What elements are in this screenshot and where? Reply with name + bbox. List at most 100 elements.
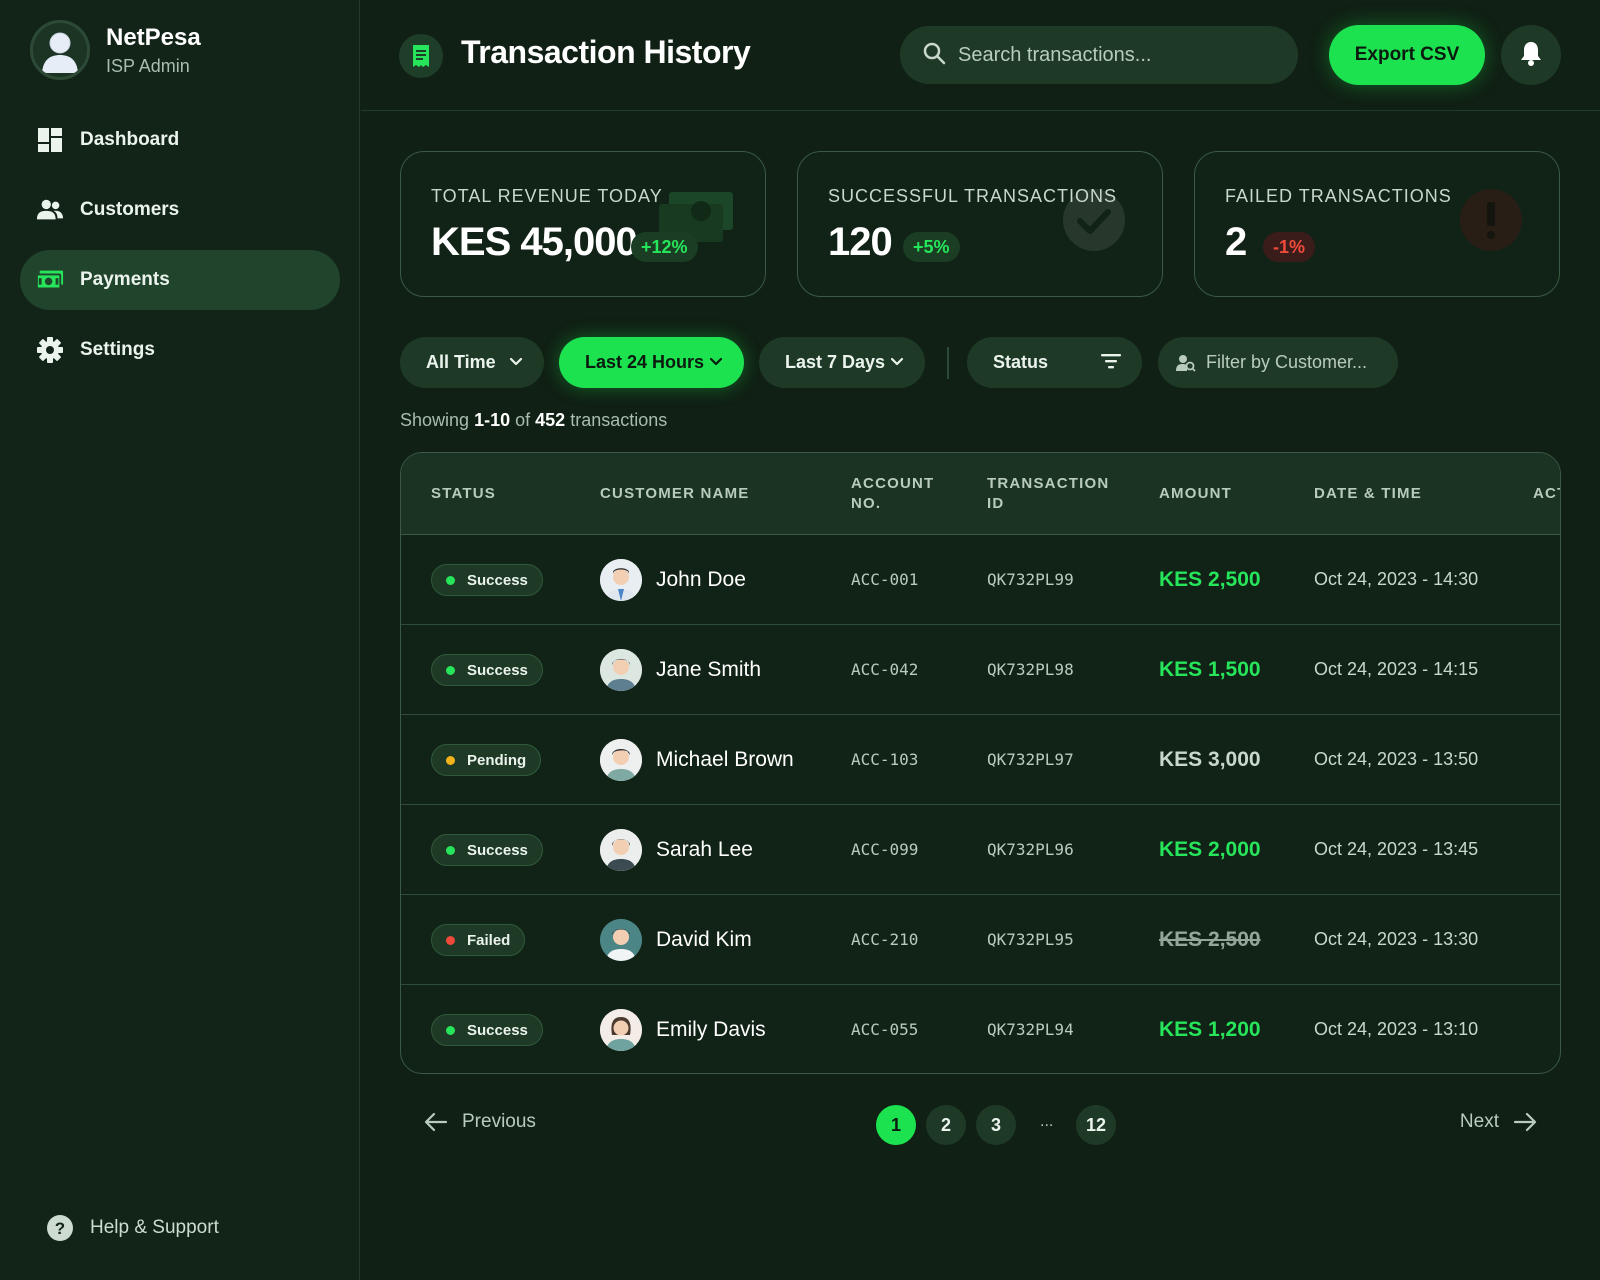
arrow-right-icon — [1499, 1112, 1537, 1132]
customer-avatar — [600, 919, 642, 961]
column-header-customer[interactable]: CUSTOMER NAME — [600, 484, 750, 504]
column-header-account[interactable]: ACCOUNT NO. — [851, 474, 934, 514]
customer-name[interactable]: David Kim — [656, 928, 752, 952]
table-row[interactable]: Failed David Kim ACC-210 QK732PL95 KES 2… — [401, 895, 1560, 985]
receipt-icon — [399, 34, 443, 78]
pagination: Previous 1 2 3 ... 12 Next — [400, 1103, 1561, 1145]
status-text: Pending — [467, 751, 527, 769]
stat-value: 120 — [828, 220, 893, 264]
transaction-id: QK732PL97 — [987, 750, 1074, 769]
date-time: Oct 24, 2023 - 13:45 — [1314, 839, 1479, 859]
transactions-table: STATUS CUSTOMER NAME ACCOUNT NO. TRANSAC… — [400, 452, 1561, 1074]
brand: NetPesa ISP Admin — [30, 20, 201, 80]
dashboard-icon — [36, 126, 64, 154]
stat-card-revenue: TOTAL REVENUE TODAY KES 45,000 +12% — [400, 151, 766, 297]
column-header-transaction-id[interactable]: TRANSACTION ID — [987, 474, 1109, 514]
sidebar-item-customers[interactable]: Customers — [20, 180, 340, 240]
date-time: Oct 24, 2023 - 14:15 — [1314, 659, 1479, 679]
table-row[interactable]: Success Sarah Lee ACC-099 QK732PL96 KES … — [401, 805, 1560, 895]
table-row[interactable]: Success John Doe ACC-001 QK732PL99 KES 2… — [401, 535, 1560, 625]
date-time: Oct 24, 2023 - 13:10 — [1314, 1019, 1479, 1039]
sidebar-item-label: Dashboard — [80, 129, 180, 150]
table-header: STATUS CUSTOMER NAME ACCOUNT NO. TRANSAC… — [401, 453, 1560, 535]
alert-circle-icon — [1459, 188, 1523, 257]
table-row[interactable]: Success Jane Smith ACC-042 QK732PL98 KES… — [401, 625, 1560, 715]
help-support-link[interactable]: ? Help & Support — [46, 1214, 219, 1242]
amount: KES 3,000 — [1159, 748, 1261, 771]
summary-range: 1-10 — [474, 410, 511, 430]
column-header-amount[interactable]: AMOUNT — [1159, 484, 1232, 504]
amount: KES 1,200 — [1159, 1018, 1261, 1041]
svg-text:?: ? — [55, 1219, 65, 1238]
transaction-id: QK732PL94 — [987, 1020, 1074, 1039]
previous-page-button[interactable]: Previous — [424, 1111, 536, 1133]
stat-delta: +5% — [903, 232, 960, 262]
user-role: ISP Admin — [106, 55, 190, 76]
sidebar-item-dashboard[interactable]: Dashboard — [20, 110, 340, 170]
status-text: Success — [467, 571, 528, 589]
summary-of: of — [515, 410, 531, 430]
account-number: ACC-099 — [851, 840, 919, 859]
page-ellipsis: ... — [1040, 1113, 1054, 1130]
customer-avatar — [600, 649, 642, 691]
filter-last-24-hours[interactable]: Last 24 Hours — [559, 337, 744, 388]
status-badge: Success — [431, 654, 543, 686]
filter-label: Last 7 Days — [785, 352, 886, 372]
admin-avatar[interactable] — [30, 20, 90, 80]
customer-avatar — [600, 1009, 642, 1051]
table-row[interactable]: Success Emily Davis ACC-055 QK732PL94 KE… — [401, 985, 1560, 1073]
status-dot — [446, 755, 455, 765]
status-badge: Success — [431, 564, 543, 596]
sidebar-item-settings[interactable]: Settings — [20, 320, 340, 380]
column-header-date[interactable]: DATE & TIME — [1314, 484, 1422, 504]
stat-label: TOTAL REVENUE TODAY — [431, 186, 663, 206]
account-number: ACC-210 — [851, 930, 919, 949]
page-button-12[interactable]: 12 — [1076, 1105, 1116, 1145]
date-time: Oct 24, 2023 - 13:30 — [1314, 929, 1479, 949]
chevron-down-icon — [889, 353, 905, 374]
search-bar[interactable] — [900, 26, 1298, 84]
sidebar-item-label: Customers — [80, 199, 180, 220]
amount: KES 2,500 — [1159, 568, 1261, 591]
top-header: Transaction History Export CSV — [361, 0, 1600, 111]
customer-name[interactable]: Michael Brown — [656, 748, 794, 772]
transaction-id: QK732PL95 — [987, 930, 1074, 949]
filter-label: Status — [993, 352, 1049, 372]
header-line: ACCOUNT — [851, 475, 935, 492]
filter-status[interactable]: Status — [967, 337, 1142, 388]
search-input[interactable] — [958, 43, 1278, 67]
status-dot — [446, 1025, 455, 1035]
date-time: Oct 24, 2023 - 14:30 — [1314, 569, 1479, 589]
customer-name[interactable]: John Doe — [656, 568, 746, 592]
export-csv-button[interactable]: Export CSV — [1329, 25, 1485, 85]
filter-all-time[interactable]: All Time — [400, 337, 544, 388]
account-number: ACC-042 — [851, 660, 919, 679]
status-text: Success — [467, 841, 528, 859]
next-page-button[interactable]: Next — [1460, 1111, 1537, 1133]
filter-by-customer[interactable]: Filter by Customer... — [1158, 337, 1398, 388]
amount: KES 2,500 — [1159, 928, 1261, 951]
sidebar-item-payments[interactable]: Payments — [20, 250, 340, 310]
page-button-1[interactable]: 1 — [876, 1105, 916, 1145]
app-name: NetPesa — [106, 23, 201, 51]
customer-name[interactable]: Sarah Lee — [656, 838, 753, 862]
stat-label: FAILED TRANSACTIONS — [1225, 186, 1452, 206]
person-avatar-icon — [600, 739, 642, 781]
help-label: Help & Support — [90, 1217, 219, 1238]
page-button-2[interactable]: 2 — [926, 1105, 966, 1145]
page-button-3[interactable]: 3 — [976, 1105, 1016, 1145]
table-row[interactable]: Pending Michael Brown ACC-103 QK732PL97 … — [401, 715, 1560, 805]
customer-avatar — [600, 739, 642, 781]
column-header-status[interactable]: STATUS — [431, 484, 496, 504]
sidebar-nav: Dashboard Customers Payments Settings — [20, 110, 340, 390]
account-number: ACC-001 — [851, 570, 919, 589]
notifications-button[interactable] — [1501, 25, 1561, 85]
previous-label: Previous — [462, 1111, 536, 1132]
customer-name[interactable]: Jane Smith — [656, 658, 761, 682]
customer-name[interactable]: Emily Davis — [656, 1018, 766, 1042]
column-header-actions[interactable]: ACT — [1533, 484, 1560, 504]
account-number: ACC-055 — [851, 1020, 919, 1039]
filter-bar: All Time Last 24 Hours Last 7 Days Statu… — [400, 337, 1500, 388]
status-badge: Pending — [431, 744, 542, 776]
filter-last-7-days[interactable]: Last 7 Days — [759, 337, 925, 388]
